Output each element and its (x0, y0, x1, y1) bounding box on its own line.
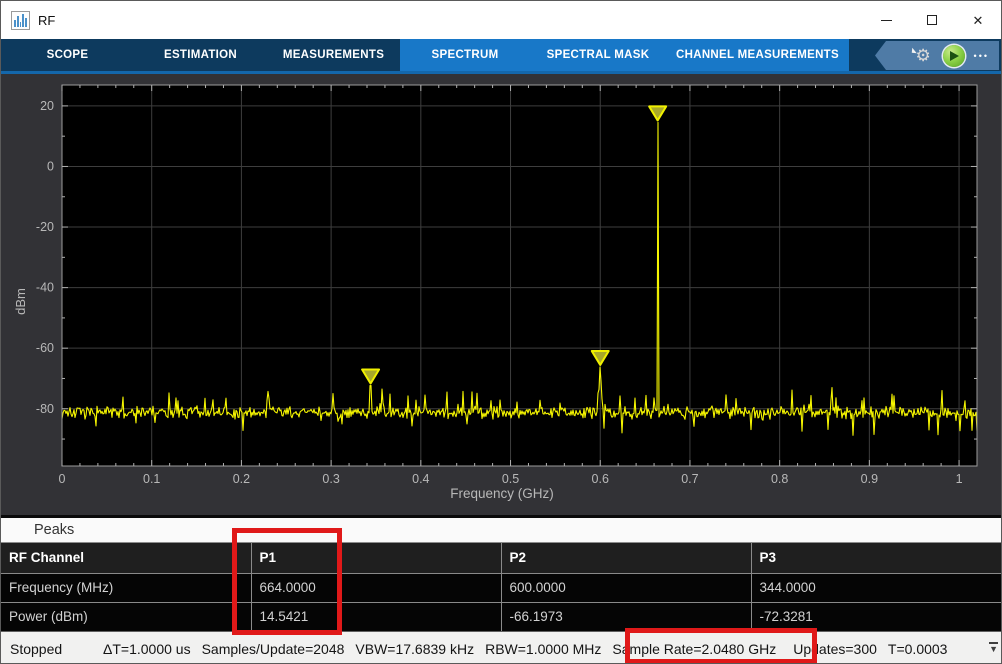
row-label-power: Power (dBm) (1, 601, 252, 631)
maximize-icon (927, 15, 937, 25)
svg-text:0: 0 (59, 472, 66, 486)
tab-channel-measurements[interactable]: CHANNEL MEASUREMENTS (666, 39, 849, 71)
col-header-p2: P2 (500, 543, 752, 574)
toolstrip-tabbar: SCOPE ESTIMATION MEASUREMENTS SPECTRUM S… (1, 39, 1001, 74)
spectrum-plot[interactable]: 0 0.1 0.2 0.3 0.4 0.5 0.6 0.7 0.8 0.9 1 20 0 -20 -40 -6… (1, 74, 1002, 515)
titlebar: RF ✕ (1, 1, 1001, 39)
svg-text:0.2: 0.2 (233, 472, 250, 486)
annotation-box-p1-column (232, 528, 342, 635)
table-header-row: RF Channel P1 P2 P3 (1, 543, 1001, 574)
peaks-panel-title: Peaks (34, 522, 75, 538)
col-header-rf-channel: RF Channel (1, 543, 252, 574)
window-title: RF (38, 12, 56, 28)
peaks-table: RF Channel P1 P2 P3 Frequency (MHz) 664.… (1, 543, 1001, 631)
svg-text:0: 0 (47, 159, 54, 173)
svg-text:-80: -80 (36, 402, 54, 416)
svg-text:0.8: 0.8 (771, 472, 788, 486)
svg-text:0.6: 0.6 (592, 472, 609, 486)
histogram-app-icon (11, 10, 30, 30)
cell-frequency-p2: 600.0000 (500, 572, 752, 603)
peaks-panel-header: Peaks (1, 515, 1001, 543)
status-rbw: RBW=1.0000 MHz (485, 640, 602, 657)
maximize-button[interactable] (909, 1, 955, 39)
run-controls-banner: ⚙ ••• (875, 41, 999, 70)
status-delta-t: ΔT=1.0000 us (103, 640, 191, 657)
status-samples-per-update: Samples/Update=2048 (201, 640, 345, 657)
window-controls: ✕ (863, 1, 1001, 39)
play-icon (950, 50, 960, 61)
status-state: Stopped (10, 640, 63, 657)
annotation-box-sample-rate (625, 628, 817, 663)
svg-text:-60: -60 (36, 341, 54, 355)
statusbar-grip-icon[interactable]: ▼ (989, 642, 998, 654)
tab-estimation[interactable]: ESTIMATION (134, 39, 267, 71)
row-label-frequency: Frequency (MHz) (1, 572, 252, 603)
svg-text:0.4: 0.4 (412, 472, 429, 486)
app-window: RF ✕ SCOPE ESTIMATION MEASUREMENTS SPECT… (0, 0, 1002, 664)
x-axis-label: Frequency (GHz) (450, 486, 554, 501)
gear-icon: ⚙ (915, 45, 931, 65)
status-time: T=0.0003 (887, 640, 948, 657)
table-row-frequency: Frequency (MHz) 664.0000 600.0000 344.00… (1, 572, 1001, 603)
svg-text:0.1: 0.1 (143, 472, 160, 486)
status-vbw: VBW=17.6839 kHz (355, 640, 475, 657)
spectrum-plot-panel: 0 0.1 0.2 0.3 0.4 0.5 0.6 0.7 0.8 0.9 1 20 0 -20 -40 -6… (1, 74, 1002, 515)
col-header-p3: P3 (750, 543, 1001, 574)
close-button[interactable]: ✕ (955, 1, 1001, 39)
svg-text:-40: -40 (36, 281, 54, 295)
table-row-power: Power (dBm) 14.5421 -66.1973 -72.3281 (1, 601, 1001, 631)
svg-text:0.9: 0.9 (861, 472, 878, 486)
step-settings-button[interactable]: ⚙ (911, 45, 934, 66)
tab-scope[interactable]: SCOPE (1, 39, 134, 71)
cell-power-p2: -66.1973 (500, 601, 752, 631)
tab-spectral-mask[interactable]: SPECTRAL MASK (530, 39, 666, 71)
minimize-button[interactable] (863, 1, 909, 39)
more-options-button[interactable]: ••• (974, 51, 989, 61)
cell-power-p3: -72.3281 (750, 601, 1001, 631)
y-axis-label: dBm (12, 288, 28, 315)
svg-text:-20: -20 (36, 220, 54, 234)
svg-text:0.3: 0.3 (322, 472, 339, 486)
svg-text:20: 20 (40, 99, 54, 113)
statusbar: Stopped ΔT=1.0000 us Samples/Update=2048… (1, 631, 1001, 663)
svg-text:1: 1 (956, 472, 963, 486)
svg-text:0.7: 0.7 (681, 472, 698, 486)
svg-text:0.5: 0.5 (502, 472, 519, 486)
cell-frequency-p3: 344.0000 (750, 572, 1001, 603)
tab-spectrum[interactable]: SPECTRUM (400, 39, 530, 71)
minimize-icon (880, 19, 892, 21)
tab-measurements[interactable]: MEASUREMENTS (267, 39, 400, 71)
close-icon: ✕ (972, 12, 984, 28)
run-button[interactable] (942, 44, 965, 67)
